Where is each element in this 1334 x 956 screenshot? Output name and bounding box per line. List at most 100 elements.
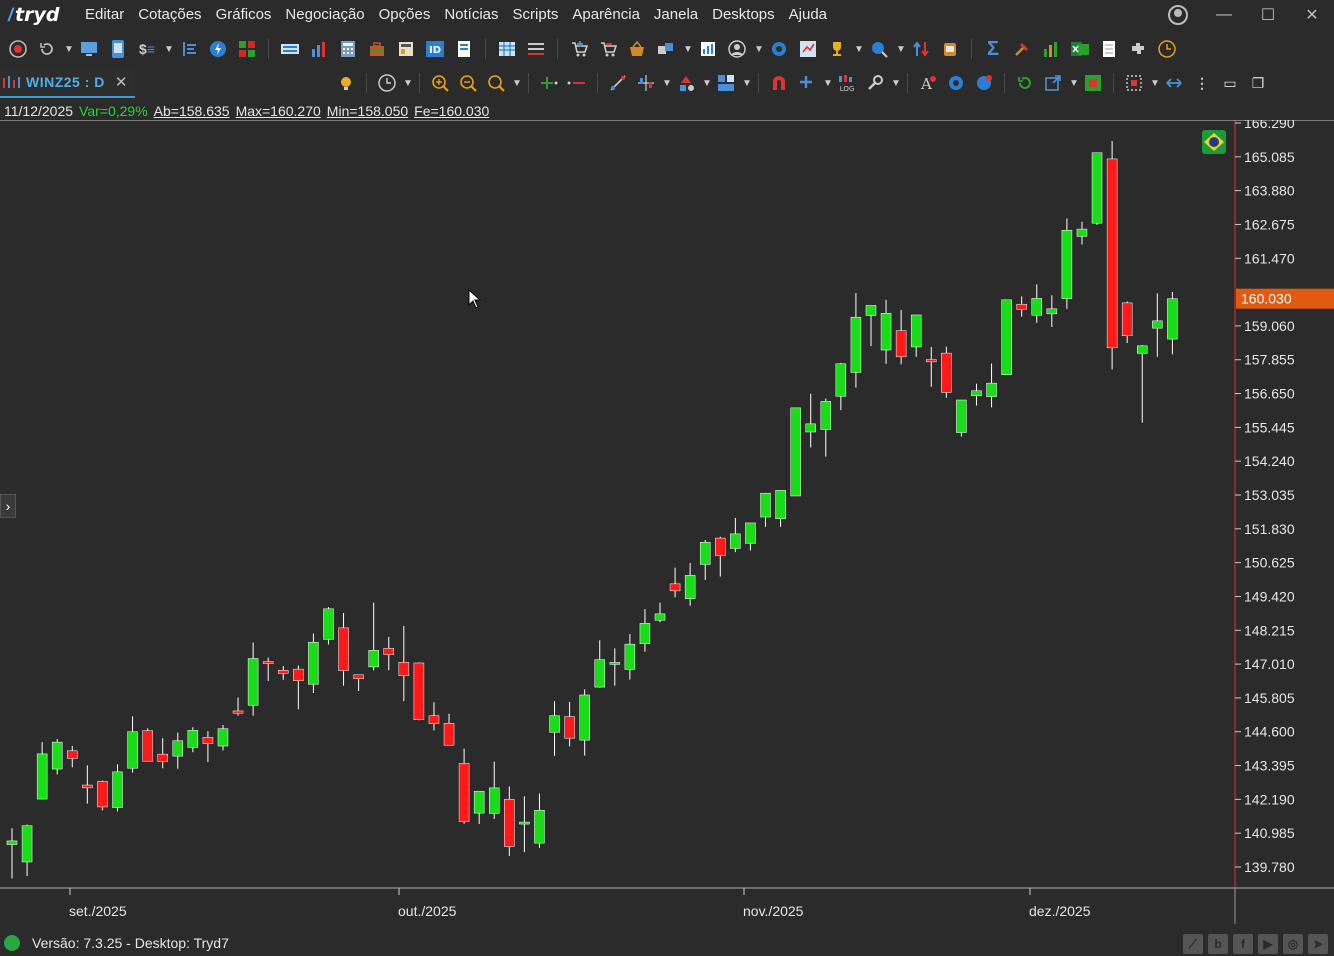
quote-close[interactable]: Fe=160.030 [414, 103, 489, 119]
quote-min[interactable]: Min=158.050 [327, 103, 408, 119]
add-study-icon[interactable] [537, 71, 561, 95]
tab-winz25[interactable]: WINZ25 : D ✕ [0, 68, 136, 98]
timeframe-clock-icon[interactable] [375, 71, 399, 95]
blog-icon[interactable]: ⟋ [1183, 934, 1203, 954]
bar-chart-icon[interactable] [307, 37, 331, 61]
draw-line-icon[interactable] [606, 71, 630, 95]
layout-icon[interactable] [714, 71, 738, 95]
calculator-icon[interactable] [336, 37, 360, 61]
log-scale-icon[interactable]: LOG [835, 71, 859, 95]
b-icon[interactable]: b [1208, 934, 1228, 954]
sheet-icon[interactable] [1097, 37, 1121, 61]
menu-cotacoes[interactable]: Cotações [131, 0, 208, 30]
chevron-down-icon[interactable]: ▼ [403, 78, 413, 89]
color-scheme-icon[interactable] [1081, 71, 1105, 95]
chevron-down-icon[interactable]: ▼ [742, 78, 752, 89]
side-panel-toggle-icon[interactable]: › [0, 494, 16, 518]
chart-bars-color-icon[interactable] [1039, 37, 1063, 61]
id-icon[interactable]: ID [423, 37, 447, 61]
close-tab-icon[interactable]: ✕ [115, 73, 128, 91]
hammer-icon[interactable] [1010, 37, 1034, 61]
clock-orange-icon[interactable] [1155, 37, 1179, 61]
document-icon[interactable] [452, 37, 476, 61]
table-icon[interactable] [495, 37, 519, 61]
phone-icon[interactable] [106, 37, 130, 61]
refresh-icon[interactable] [35, 37, 59, 61]
text-annotation-icon[interactable]: A [916, 71, 940, 95]
record-icon[interactable] [6, 37, 30, 61]
cart-sell-icon[interactable] [596, 37, 620, 61]
chevron-down-icon[interactable]: ▼ [823, 78, 833, 89]
youtube-icon[interactable]: ▶ [1258, 934, 1278, 954]
sigma-icon[interactable]: Σ [981, 37, 1005, 61]
robot-icon[interactable] [938, 37, 962, 61]
lightning-icon[interactable] [206, 37, 230, 61]
excel-icon[interactable] [1068, 37, 1092, 61]
export-chart-icon[interactable] [1041, 71, 1065, 95]
list-icon[interactable] [524, 37, 548, 61]
app-logo[interactable]: / tryd [0, 4, 78, 26]
chevron-down-icon[interactable]: ▼ [896, 44, 906, 55]
cart-buy-icon[interactable] [567, 37, 591, 61]
quote-open[interactable]: Ab=158.635 [154, 103, 230, 119]
menu-noticias[interactable]: Notícias [437, 0, 505, 30]
chevron-down-icon[interactable]: ▼ [683, 44, 693, 55]
trophy-icon[interactable] [825, 37, 849, 61]
telegram-icon[interactable]: ➤ [1308, 934, 1328, 954]
settings-color-icon[interactable] [972, 71, 996, 95]
chevron-down-icon[interactable]: ▼ [702, 78, 712, 89]
profile-icon[interactable] [725, 37, 749, 61]
facebook-icon[interactable]: f [1233, 934, 1253, 954]
price-chart[interactable]: 166.290 165.085 163.880 162.675 161.470 159.0… [0, 120, 1334, 926]
menu-aparencia[interactable]: Aparência [565, 0, 647, 30]
book-icon[interactable] [177, 37, 201, 61]
chevron-down-icon[interactable]: ▼ [164, 44, 174, 55]
zoom-fit-icon[interactable] [484, 71, 508, 95]
menu-scripts[interactable]: Scripts [506, 0, 566, 30]
wrench-icon[interactable] [863, 71, 887, 95]
dollar-chart-icon[interactable]: $ ≡ [135, 37, 159, 61]
trade-arrows-icon[interactable] [909, 37, 933, 61]
gear-blue-icon[interactable] [767, 37, 791, 61]
indicators-gear-icon[interactable] [944, 71, 968, 95]
menu-ajuda[interactable]: Ajuda [782, 0, 834, 30]
candlestick-chart[interactable]: 166.290 165.085 163.880 162.675 161.470 159.0… [0, 120, 1334, 926]
chevron-down-icon[interactable]: ▼ [512, 78, 522, 89]
quote-max[interactable]: Max=160.270 [236, 103, 321, 119]
instagram-icon[interactable]: ◎ [1283, 934, 1303, 954]
more-options-icon[interactable]: ⋮ [1190, 71, 1214, 95]
menu-opcoes[interactable]: Opções [372, 0, 438, 30]
menu-desktops[interactable]: Desktops [705, 0, 782, 30]
ticker-icon[interactable] [278, 37, 302, 61]
maximize-button[interactable]: ☐ [1246, 5, 1290, 25]
compare-icon[interactable] [796, 37, 820, 61]
zoom-out-icon[interactable] [456, 71, 480, 95]
crosshair-candles-icon[interactable] [634, 71, 658, 95]
chevron-down-icon[interactable]: ▼ [64, 44, 74, 55]
briefcase-icon[interactable] [365, 37, 389, 61]
news-icon[interactable] [394, 37, 418, 61]
plugin-icon[interactable] [1126, 37, 1150, 61]
chevron-down-icon[interactable]: ▼ [891, 78, 901, 89]
plus-cursor-icon[interactable] [795, 71, 819, 95]
select-area-icon[interactable] [1122, 71, 1146, 95]
menu-graficos[interactable]: Gráficos [209, 0, 279, 30]
chevron-down-icon[interactable]: ▼ [662, 78, 672, 89]
chevron-down-icon[interactable]: ▼ [1069, 78, 1079, 89]
minimize-button[interactable]: — [1202, 6, 1246, 24]
magnet-icon[interactable] [767, 71, 791, 95]
monitor-icon[interactable] [77, 37, 101, 61]
menu-negociacao[interactable]: Negociação [278, 0, 371, 30]
basket-icon[interactable] [625, 37, 649, 61]
fit-width-icon[interactable] [1162, 71, 1186, 95]
puzzle-blue-icon[interactable] [654, 37, 678, 61]
chevron-down-icon[interactable]: ▼ [754, 44, 764, 55]
search-globe-icon[interactable] [867, 37, 891, 61]
remove-study-icon[interactable] [565, 71, 589, 95]
chevron-down-icon[interactable]: ▼ [854, 44, 864, 55]
lightbulb-icon[interactable] [334, 71, 358, 95]
grid-color-icon[interactable] [235, 37, 259, 61]
reload-chart-icon[interactable] [1013, 71, 1037, 95]
close-button[interactable]: ✕ [1290, 5, 1334, 25]
shapes-icon[interactable] [674, 71, 698, 95]
